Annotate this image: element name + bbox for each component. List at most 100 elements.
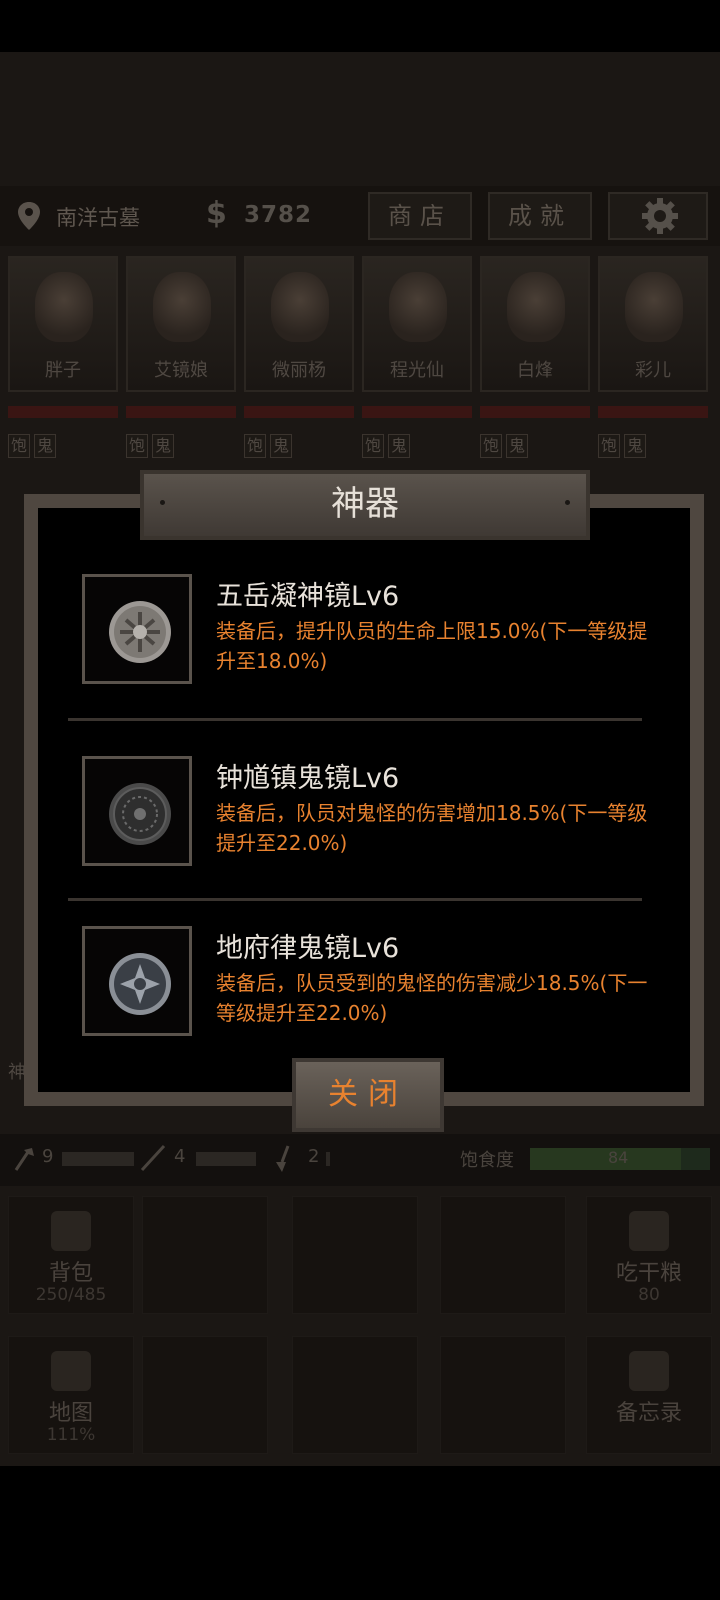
top-header: 南洋古墓 $ 3782 商店 成就 bbox=[0, 186, 720, 246]
status-tags: 饱鬼 bbox=[362, 434, 414, 458]
hunger-bar-fill bbox=[530, 1148, 682, 1170]
character-portrait bbox=[507, 272, 565, 342]
axe-bar bbox=[62, 1152, 134, 1166]
character-card[interactable]: 程光仙 bbox=[362, 256, 472, 392]
rope-icon bbox=[140, 1144, 166, 1172]
character-portrait bbox=[389, 272, 447, 342]
memo-tile[interactable]: 备忘录 bbox=[586, 1336, 712, 1454]
rope-bar bbox=[196, 1152, 256, 1166]
artifact-name: 钟馗镇鬼镜Lv6 bbox=[216, 763, 400, 794]
status-tag-ghost: 鬼 bbox=[34, 434, 56, 458]
character-portrait bbox=[271, 272, 329, 342]
map-value: 111% bbox=[46, 1425, 96, 1445]
hunger-value: 84 bbox=[608, 1148, 629, 1167]
backpack-icon bbox=[51, 1211, 91, 1251]
shovel-count: 2 bbox=[308, 1146, 320, 1167]
empty-tile bbox=[440, 1196, 566, 1314]
status-tags: 饱鬼 bbox=[126, 434, 178, 458]
status-tag-ghost: 鬼 bbox=[152, 434, 174, 458]
hp-bar bbox=[8, 406, 118, 418]
artifact-icon-frame[interactable] bbox=[82, 926, 192, 1036]
close-button[interactable]: 关闭 bbox=[292, 1058, 444, 1132]
empty-tile bbox=[142, 1196, 268, 1314]
character-name: 白烽 bbox=[517, 360, 553, 381]
artifact-description: 装备后，提升队员的生命上限15.0%(下一等级提升至18.0%) bbox=[216, 619, 648, 673]
character-name: 艾镜娘 bbox=[154, 360, 208, 381]
eat-ration-value: 80 bbox=[638, 1285, 660, 1305]
character-name: 程光仙 bbox=[390, 360, 444, 381]
status-tags: 饱鬼 bbox=[480, 434, 532, 458]
resource-bar: 9 4 2 饱食度 84 bbox=[0, 1134, 720, 1186]
hp-bar bbox=[598, 406, 708, 418]
status-tag-ghost: 鬼 bbox=[388, 434, 410, 458]
artifact-description: 装备后，队员受到的鬼怪的伤害减少18.5%(下一等级提升至22.0%) bbox=[216, 971, 648, 1025]
settings-button[interactable] bbox=[608, 192, 708, 240]
ration-bag-icon bbox=[629, 1211, 669, 1251]
artifact-icon-frame[interactable] bbox=[82, 574, 192, 684]
character-card[interactable]: 胖子 bbox=[8, 256, 118, 392]
artifact-description: 装备后，队员对鬼怪的伤害增加18.5%(下一等级提升至22.0%) bbox=[216, 801, 648, 855]
status-tag-full: 饱 bbox=[480, 434, 502, 458]
empty-tile bbox=[440, 1336, 566, 1454]
divider bbox=[68, 898, 642, 901]
eat-ration-label: 吃干粮 bbox=[615, 1261, 682, 1286]
shop-button[interactable]: 商店 bbox=[368, 192, 472, 240]
mirror-icon bbox=[109, 783, 171, 845]
mirror-icon bbox=[109, 953, 171, 1015]
empty-tile bbox=[292, 1336, 418, 1454]
character-portrait bbox=[35, 272, 93, 342]
status-tag-full: 饱 bbox=[598, 434, 620, 458]
navigation-bar bbox=[0, 1466, 720, 1600]
memo-label: 备忘录 bbox=[615, 1401, 682, 1426]
location-pin-icon bbox=[18, 202, 40, 230]
character-name: 胖子 bbox=[45, 360, 81, 381]
hp-bar bbox=[126, 406, 236, 418]
status-tag-ghost: 鬼 bbox=[506, 434, 528, 458]
status-tag-ghost: 鬼 bbox=[624, 434, 646, 458]
memo-icon bbox=[629, 1351, 669, 1391]
rope-count: 4 bbox=[174, 1146, 186, 1167]
character-card[interactable]: 微丽杨 bbox=[244, 256, 354, 392]
eat-ration-tile[interactable]: 吃干粮 80 bbox=[586, 1196, 712, 1314]
artifact-icon-frame[interactable] bbox=[82, 756, 192, 866]
hunger-label: 饱食度 bbox=[460, 1150, 514, 1171]
empty-tile bbox=[292, 1196, 418, 1314]
axe-count: 9 bbox=[42, 1146, 54, 1167]
money-value: 3782 bbox=[244, 202, 313, 228]
status-tags: 饱鬼 bbox=[244, 434, 296, 458]
dialog-title: 神器 bbox=[331, 484, 399, 524]
character-card[interactable]: 白烽 bbox=[480, 256, 590, 392]
status-tags: 饱鬼 bbox=[598, 434, 650, 458]
character-name: 彩儿 bbox=[635, 360, 671, 381]
map-icon bbox=[51, 1351, 91, 1391]
location-name: 南洋古墓 bbox=[56, 206, 140, 230]
mirror-icon bbox=[109, 601, 171, 663]
hp-bar bbox=[480, 406, 590, 418]
hp-bar bbox=[362, 406, 472, 418]
backpack-tile[interactable]: 背包 250/485 bbox=[8, 1196, 134, 1314]
status-tag-full: 饱 bbox=[244, 434, 266, 458]
map-label: 地图 bbox=[48, 1401, 93, 1426]
gear-icon bbox=[642, 198, 678, 234]
hp-bar bbox=[244, 406, 354, 418]
dialog-title-plate: 神器 bbox=[140, 470, 590, 540]
character-card[interactable]: 艾镜娘 bbox=[126, 256, 236, 392]
character-name: 微丽杨 bbox=[272, 360, 326, 381]
character-portrait bbox=[625, 272, 683, 342]
shovel-icon bbox=[276, 1145, 290, 1172]
status-bar bbox=[0, 0, 720, 52]
artifact-name: 地府律鬼镜Lv6 bbox=[216, 933, 400, 964]
backpack-label: 背包 bbox=[48, 1261, 93, 1286]
empty-tile bbox=[142, 1336, 268, 1454]
status-tag-full: 饱 bbox=[8, 434, 30, 458]
character-card[interactable]: 彩儿 bbox=[598, 256, 708, 392]
status-tag-full: 饱 bbox=[126, 434, 148, 458]
divider bbox=[68, 718, 642, 721]
shovel-bar bbox=[326, 1152, 330, 1166]
money-icon: $ bbox=[206, 196, 227, 231]
axe-icon bbox=[14, 1148, 34, 1171]
map-tile[interactable]: 地图 111% bbox=[8, 1336, 134, 1454]
rivet bbox=[160, 500, 165, 505]
achievements-button[interactable]: 成就 bbox=[488, 192, 592, 240]
status-tag-full: 饱 bbox=[362, 434, 384, 458]
